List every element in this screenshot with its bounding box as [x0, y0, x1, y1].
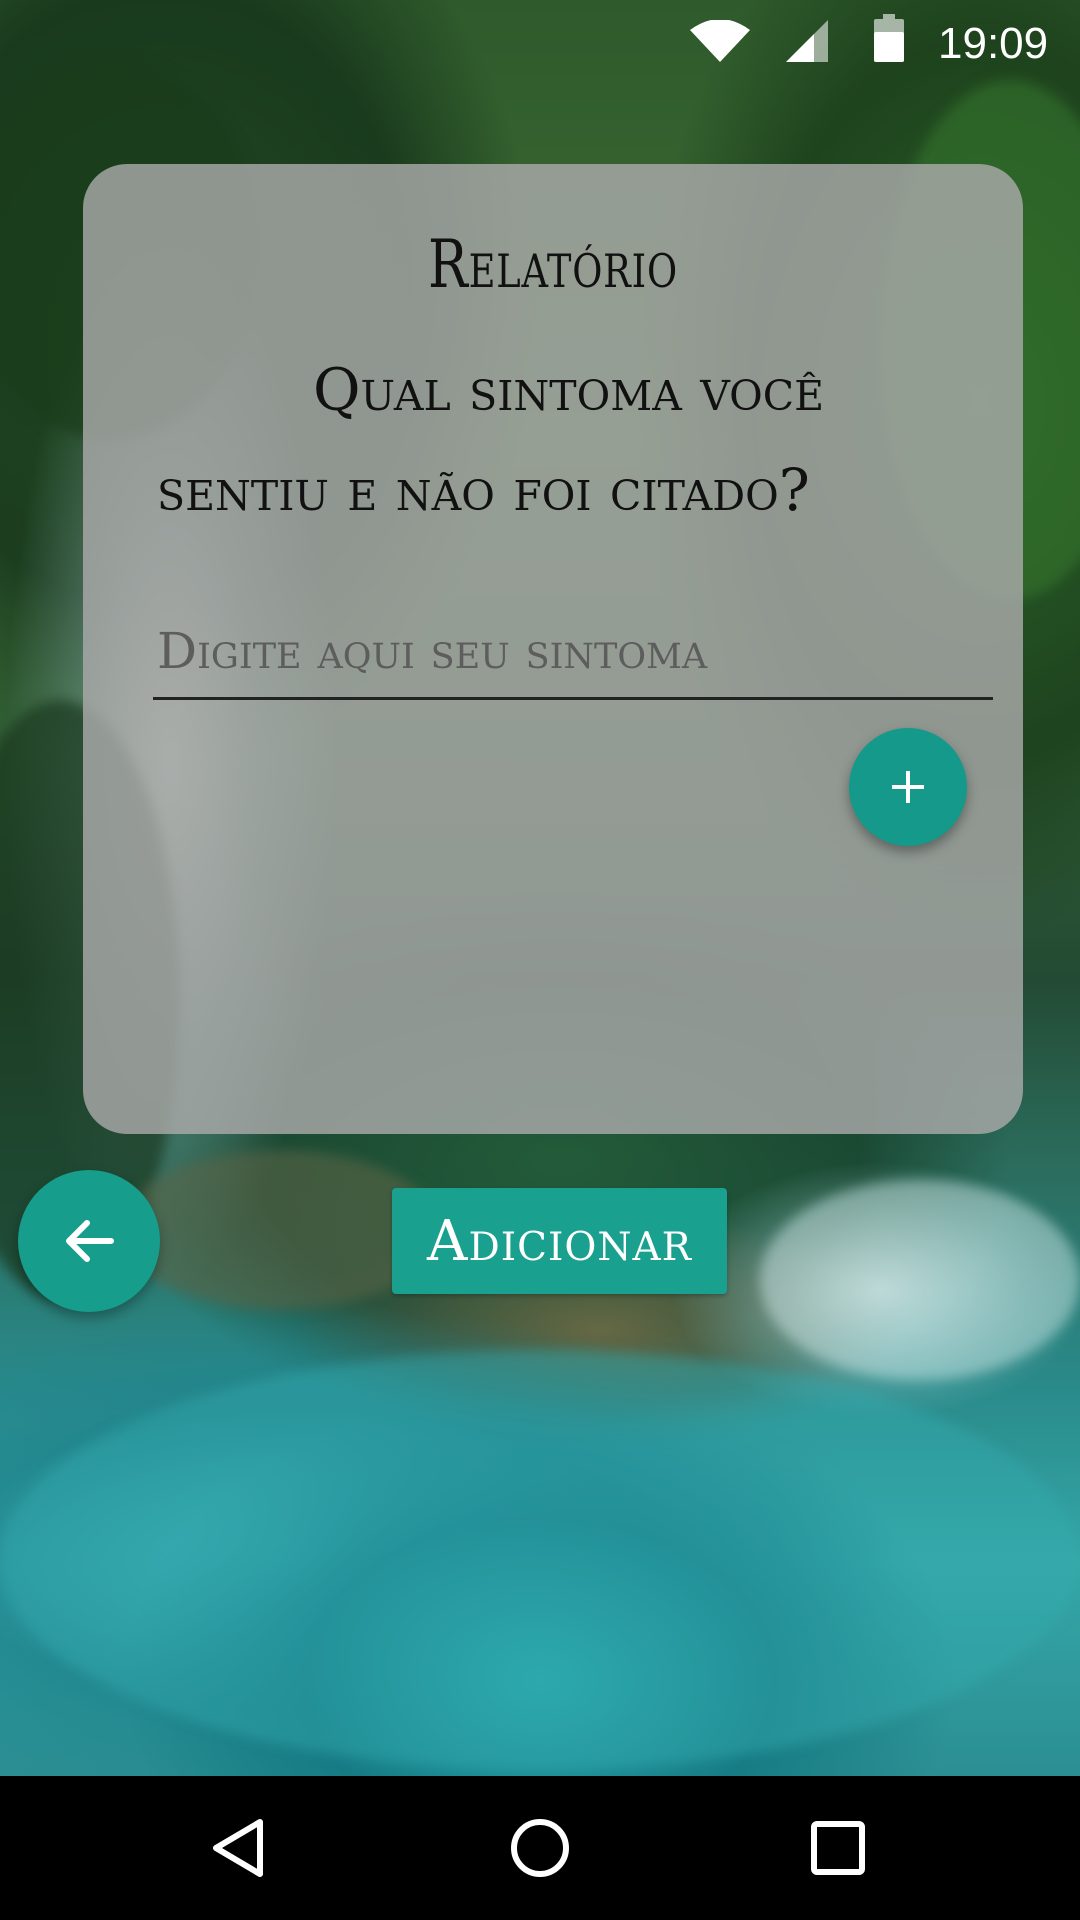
- battery-icon: [874, 14, 904, 62]
- nav-recents-button[interactable]: [802, 1812, 874, 1884]
- back-triangle-icon: [213, 1819, 263, 1877]
- status-bar: 19:09: [0, 0, 1080, 90]
- home-circle-icon: [511, 1819, 569, 1877]
- arrow-left-icon: [66, 1220, 114, 1262]
- add-symptom-button[interactable]: [849, 728, 967, 846]
- nav-home-button[interactable]: [504, 1812, 576, 1884]
- recents-square-icon: [811, 1821, 865, 1875]
- report-card: Relatório Qual sintoma você sentiu e não…: [83, 164, 1023, 1134]
- navigation-bar: [0, 1776, 1080, 1920]
- plus-icon: [892, 771, 924, 803]
- cell-signal-icon: [786, 20, 828, 62]
- add-button-label: Adicionar: [427, 1208, 692, 1274]
- add-button[interactable]: Adicionar: [392, 1188, 727, 1294]
- status-time: 19:09: [938, 19, 1049, 68]
- nav-back-button[interactable]: [202, 1812, 274, 1884]
- symptom-question: Qual sintoma você sentiu e não foi citad…: [157, 356, 825, 524]
- symptom-input[interactable]: [153, 604, 993, 700]
- wifi-icon: [690, 20, 750, 62]
- page-title: Relatório: [428, 226, 678, 303]
- back-button[interactable]: [18, 1170, 160, 1312]
